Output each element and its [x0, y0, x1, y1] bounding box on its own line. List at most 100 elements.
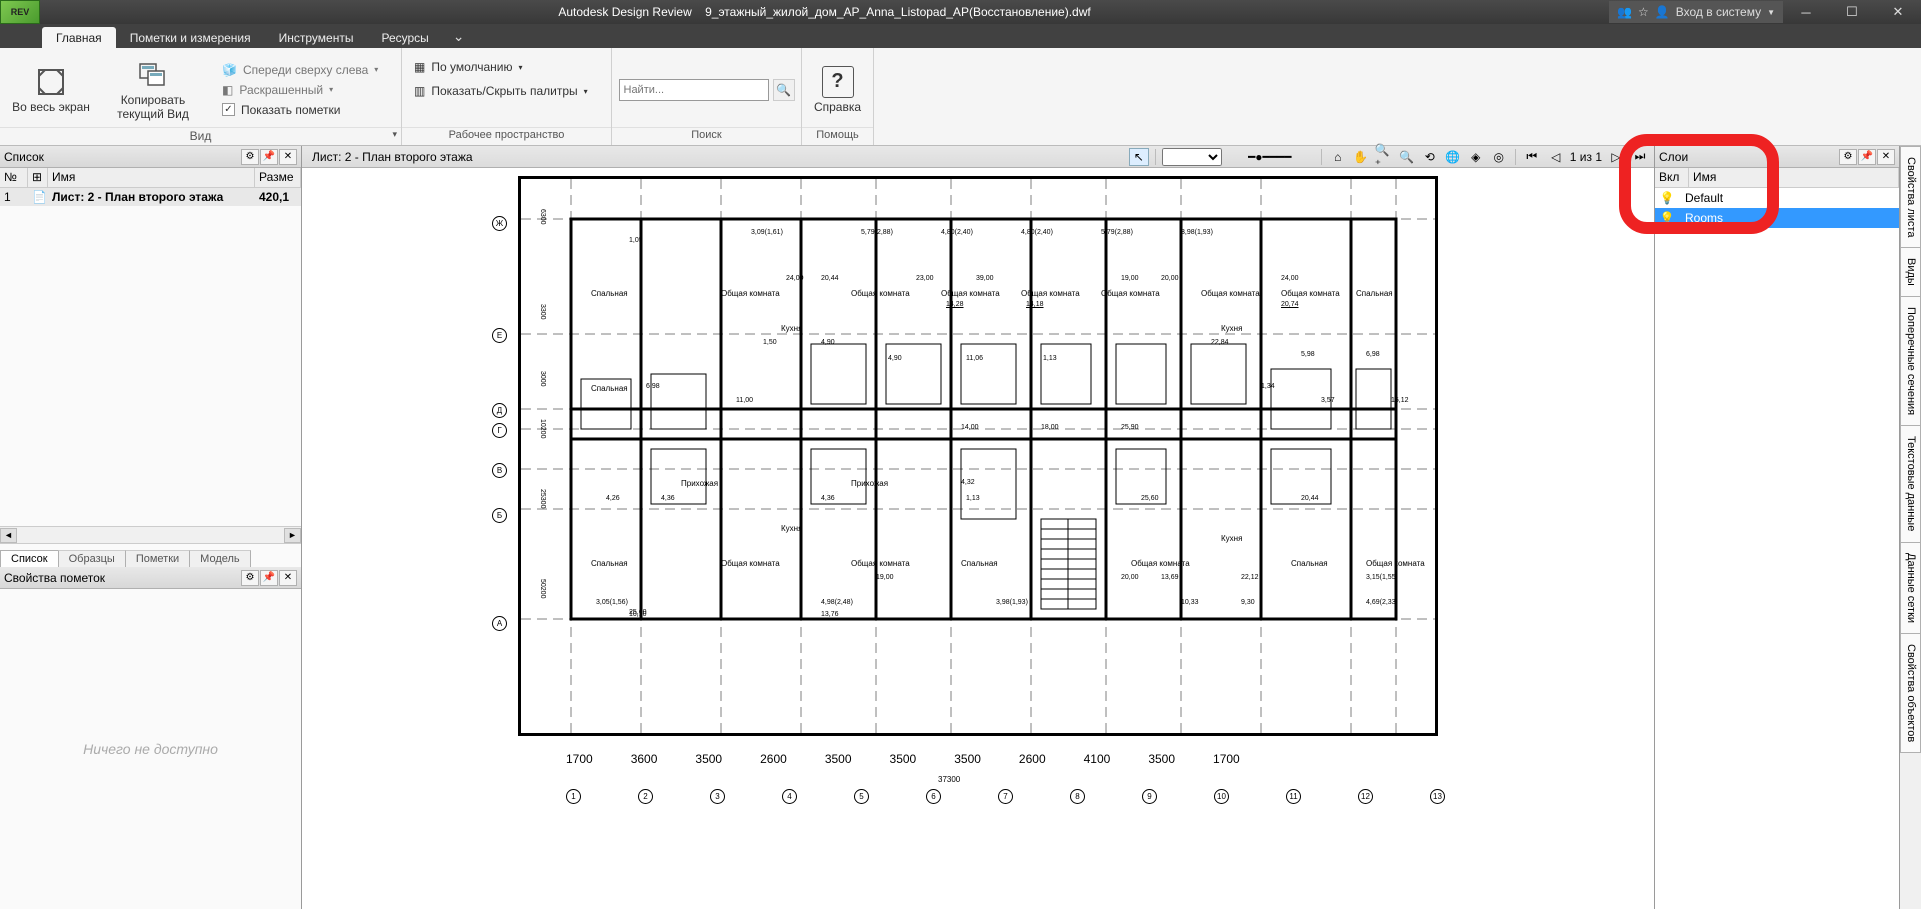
maximize-button[interactable]: ☐ — [1829, 0, 1875, 24]
layers-col-on[interactable]: Вкл — [1655, 168, 1689, 187]
list-header: № ⊞ Имя Разме — [0, 168, 301, 188]
pan-button[interactable]: ✋ — [1351, 148, 1371, 166]
markup-close-icon[interactable]: ✕ — [279, 570, 297, 586]
btab-model[interactable]: Модель — [189, 550, 250, 567]
close-button[interactable]: ✕ — [1875, 0, 1921, 24]
side-tab[interactable]: Свойства листа — [1900, 146, 1921, 248]
show-markups-check[interactable]: ✓Показать пометки — [216, 101, 384, 119]
workspace-default[interactable]: ▦По умолчанию▾ — [408, 58, 529, 76]
layers-pin-icon[interactable]: 📌 — [1858, 149, 1876, 165]
canvas-viewport[interactable]: ЖЕДГВБА 12345678910111213 — [302, 168, 1654, 909]
workspace-palettes[interactable]: ▥Показать/Скрыть палитры▾ — [408, 82, 594, 100]
search-input[interactable] — [619, 79, 769, 101]
first-page-button[interactable]: ⏮ — [1522, 148, 1542, 166]
select-tool[interactable]: ↖ — [1129, 148, 1149, 166]
room-label: Общая комната — [1021, 289, 1080, 298]
panel-close-icon[interactable]: ✕ — [279, 149, 297, 165]
col-num[interactable]: № — [0, 168, 28, 187]
tab-resources[interactable]: Ресурсы — [367, 27, 442, 48]
dimension-label: 4,80(2,40) — [941, 229, 973, 236]
home-view-button[interactable]: ⌂ — [1328, 148, 1348, 166]
col-icon[interactable]: ⊞ — [28, 168, 48, 187]
col-size[interactable]: Разме — [255, 168, 301, 187]
walk-button[interactable]: ◈ — [1466, 148, 1486, 166]
fullscreen-button[interactable]: Во весь экран — [6, 64, 96, 116]
btab-thumbs[interactable]: Образцы — [58, 550, 126, 567]
layers-header-row: Вкл Имя — [1655, 168, 1899, 188]
layers-close-icon[interactable]: ✕ — [1877, 149, 1895, 165]
panel-options-icon[interactable]: ⚙ — [241, 149, 259, 165]
lightbulb-icon[interactable]: 💡 — [1655, 191, 1679, 205]
dimension-label: 24,00 — [1281, 275, 1299, 282]
layers-options-icon[interactable]: ⚙ — [1839, 149, 1857, 165]
layer-row[interactable]: 💡Default — [1655, 188, 1899, 208]
dimension-label: 20,44 — [821, 275, 839, 282]
view-front-top-left[interactable]: 🧊Спереди сверху слева▾ — [216, 61, 384, 79]
list-row[interactable]: 1 📄 Лист: 2 - План второго этажа 420,1 — [0, 188, 301, 206]
dimension-label: 3500 — [825, 752, 852, 766]
view-shaded[interactable]: ◧Раскрашенный▾ — [216, 81, 384, 99]
help-button[interactable]: ? Справка — [808, 64, 867, 116]
grid-bubble: Е — [492, 328, 507, 343]
rotate-button[interactable]: ⟲ — [1420, 148, 1440, 166]
search-button[interactable]: 🔍 — [773, 79, 795, 101]
scroll-left-icon[interactable]: ◄ — [0, 528, 17, 543]
side-tab[interactable]: Поперечные сечения — [1900, 296, 1921, 426]
dimension-label: 11,00 — [736, 397, 753, 404]
tab-markups[interactable]: Пометки и измерения — [116, 27, 265, 48]
side-tab[interactable]: Данные сетки — [1900, 542, 1921, 634]
area-label: 20,74 — [1281, 301, 1299, 308]
prev-page-button[interactable]: ◁ — [1546, 148, 1566, 166]
window-title: Autodesk Design Review 9_этажный_жилой_д… — [40, 5, 1609, 19]
lightbulb-icon[interactable]: 💡 — [1655, 211, 1679, 225]
side-tab[interactable]: Текстовые данные — [1900, 425, 1921, 542]
btab-markups[interactable]: Пометки — [125, 550, 190, 567]
panel-pin-icon[interactable]: 📌 — [260, 149, 278, 165]
side-tab[interactable]: Виды — [1900, 247, 1921, 297]
dimension-label: 20,00 — [1161, 275, 1179, 282]
room-label: Кухня — [781, 324, 802, 333]
scroll-right-icon[interactable]: ► — [284, 528, 301, 543]
canvas-area: Лист: 2 - План второго этажа ↖ ━●━━━━ ⌂ … — [302, 146, 1654, 909]
ws-default-label: По умолчанию — [431, 60, 512, 74]
group-workspace-label: Рабочее пространство — [402, 127, 611, 145]
grid-bubble: 8 — [1070, 789, 1085, 804]
zoom-in-button[interactable]: 🔍⁺ — [1374, 148, 1394, 166]
orbit-button[interactable]: 🌐 — [1443, 148, 1463, 166]
markup-options-icon[interactable]: ⚙ — [241, 570, 259, 586]
dimension-label: 5,79(2,88) — [1101, 229, 1133, 236]
list-hscroll[interactable]: ◄ ► — [0, 526, 301, 543]
layer-row[interactable]: 💡Rooms — [1655, 208, 1899, 228]
room-label: Общая комната — [1201, 289, 1260, 298]
tab-main[interactable]: Главная — [42, 27, 116, 48]
last-page-button[interactable]: ⏭ — [1630, 148, 1650, 166]
dimension-label: 3500 — [1148, 752, 1175, 766]
tab-tools[interactable]: Инструменты — [265, 27, 368, 48]
side-tab[interactable]: Свойства объектов — [1900, 633, 1921, 753]
copy-view-icon — [137, 59, 169, 91]
dimension-label: 3,05(1,56) — [596, 599, 628, 606]
layers-col-name[interactable]: Имя — [1689, 168, 1899, 187]
dimension-label: 6,98 — [1366, 351, 1380, 358]
dimension-label: 3,98(1,93) — [1181, 229, 1213, 236]
zoom-select[interactable] — [1162, 148, 1222, 166]
zoom-window-button[interactable]: 🔍 — [1397, 148, 1417, 166]
room-label: Общая комната — [1101, 289, 1160, 298]
steering-button[interactable]: ◎ — [1489, 148, 1509, 166]
btab-list[interactable]: Список — [0, 550, 59, 567]
quick-collapse[interactable]: ⌄ — [443, 25, 475, 48]
dimension-label: 22,12 — [1241, 574, 1259, 581]
dimension-label: 9,30 — [1241, 599, 1255, 606]
dimension-label: 14,00 — [961, 424, 979, 431]
markup-pin-icon[interactable]: 📌 — [260, 570, 278, 586]
dimension-label: 3,98(1,93) — [996, 599, 1028, 606]
login-button[interactable]: 👥 ☆ 👤 Вход в систему ▼ — [1609, 1, 1783, 23]
zoom-slider[interactable]: ━●━━━━ — [1225, 148, 1315, 166]
dimension-label: 1700 — [566, 752, 593, 766]
col-name[interactable]: Имя — [48, 168, 255, 187]
room-label: Общая комната — [941, 289, 1000, 298]
next-page-button[interactable]: ▷ — [1606, 148, 1626, 166]
minimize-button[interactable]: ─ — [1783, 0, 1829, 24]
copy-view-button[interactable]: Копировать текущий Вид — [98, 57, 208, 123]
dimension-label: 1700 — [1213, 752, 1240, 766]
